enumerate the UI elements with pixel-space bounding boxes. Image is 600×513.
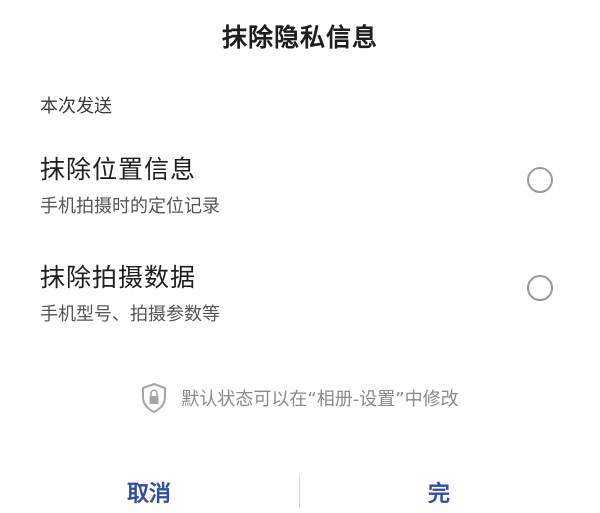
radio-erase-location[interactable] [527,167,553,193]
footer-divider [299,474,300,508]
done-button[interactable]: 完 [428,476,450,508]
option-erase-location[interactable]: 抹除位置信息 手机拍摄时的定位记录 [0,150,600,240]
option-subtitle: 手机拍摄时的定位记录 [40,196,220,217]
dialog-footer: 取消 完 [0,462,600,513]
option-title: 抹除拍摄数据 [40,263,197,292]
option-title: 抹除位置信息 [40,155,197,184]
hint-text: 默认状态可以在“相册-设置”中修改 [181,389,459,410]
radio-erase-shooting-data[interactable] [527,275,553,301]
option-subtitle: 手机型号、拍摄参数等 [40,304,220,325]
dialog-title: 抹除隐私信息 [221,23,378,52]
hint-row: 默认状态可以在“相册-设置”中修改 [0,382,600,414]
shield-lock-icon [141,382,167,414]
section-label: 本次发送 [40,96,112,117]
privacy-dialog: 抹除隐私信息 本次发送 抹除位置信息 手机拍摄时的定位记录 抹除拍摄数据 手机型… [0,0,600,513]
option-erase-shooting-data[interactable]: 抹除拍摄数据 手机型号、拍摄参数等 [0,258,600,348]
cancel-button[interactable]: 取消 [127,476,171,508]
